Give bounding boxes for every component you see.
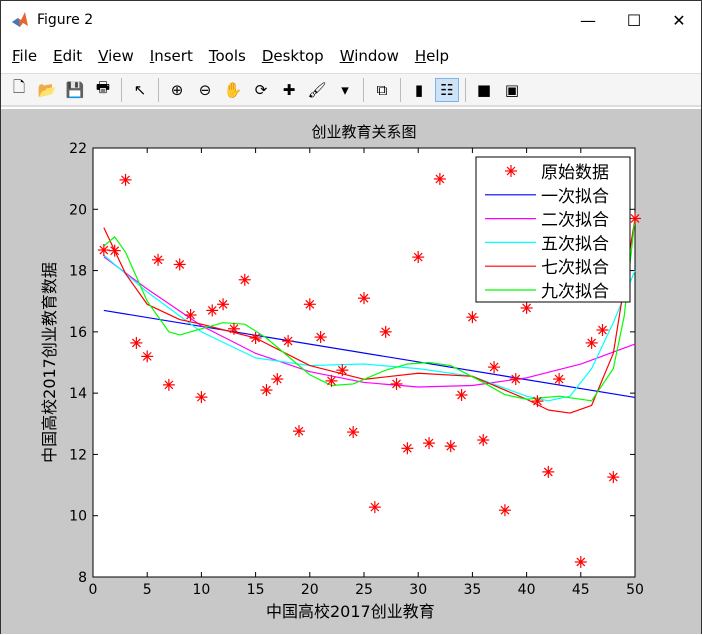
legend-label: 一次拟合 — [541, 187, 609, 207]
y-axis-label: 中国高校2017创业教育数据 — [40, 262, 59, 463]
legend-label: 九次拟合 — [541, 282, 609, 302]
y-tick-label: 16 — [69, 325, 87, 341]
figure-window: Figure 2 — ☐ ✕ File Edit View Insert Too… — [0, 0, 702, 634]
x-tick-label: 5 — [143, 582, 152, 598]
x-tick-label: 15 — [247, 582, 265, 598]
y-tick-label: 14 — [69, 386, 87, 402]
legend-label: 原始数据 — [541, 163, 609, 183]
chart: 0 5 10 15 20 25 30 35 40 45 50 8 10 12 14 16 18 20 22 创业教育关… — [40, 123, 644, 621]
legend-label: 五次拟合 — [541, 234, 609, 254]
x-tick-label: 30 — [409, 582, 427, 598]
chart-title: 创业教育关系图 — [311, 123, 416, 141]
legend-label: 二次拟合 — [541, 211, 609, 231]
x-tick-label: 10 — [192, 582, 210, 598]
x-tick-label: 40 — [518, 582, 536, 598]
y-tick-label: 10 — [69, 509, 87, 525]
x-tick-label: 20 — [301, 582, 319, 598]
x-axis-label: 中国高校2017创业教育 — [266, 602, 435, 621]
y-tick-label: 18 — [69, 264, 87, 280]
y-tick-label: 12 — [69, 447, 87, 463]
y-tick-label: 20 — [69, 202, 87, 218]
x-tick-label: 35 — [463, 582, 481, 598]
x-tick-label: 50 — [626, 582, 644, 598]
y-tick-label: 22 — [69, 141, 87, 157]
legend-label: 七次拟合 — [541, 258, 609, 278]
x-tick-label: 45 — [572, 582, 590, 598]
x-tick-label: 25 — [355, 582, 373, 598]
x-tick-label: 0 — [89, 582, 98, 598]
y-tick-label: 8 — [78, 570, 87, 586]
